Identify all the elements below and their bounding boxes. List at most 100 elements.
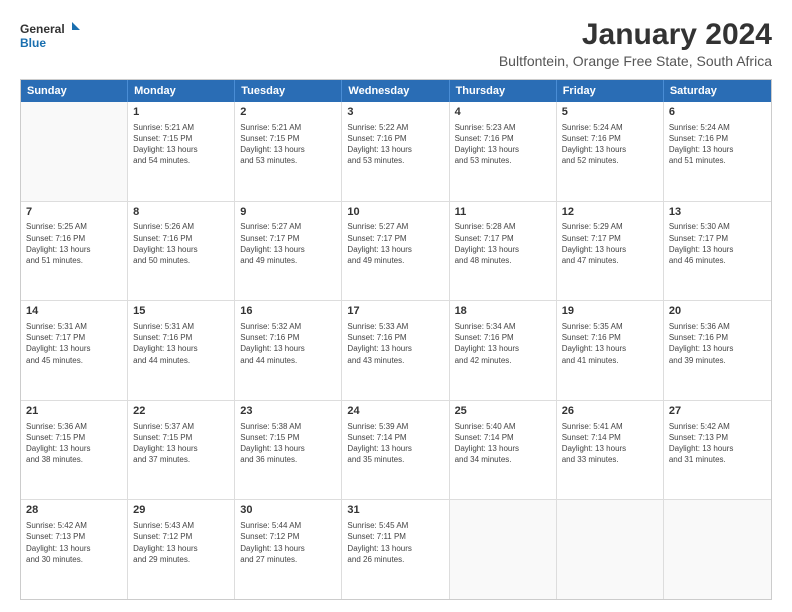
subtitle: Bultfontein, Orange Free State, South Af… <box>499 53 772 69</box>
day-info: Sunrise: 5:37 AM Sunset: 7:15 PM Dayligh… <box>133 421 229 466</box>
day-number: 26 <box>562 404 658 419</box>
calendar-day-header: Sunday <box>21 80 128 102</box>
calendar-day-cell: 26 Sunrise: 5:41 AM Sunset: 7:14 PM Dayli… <box>557 401 664 500</box>
day-info: Sunrise: 5:32 AM Sunset: 7:16 PM Dayligh… <box>240 321 336 366</box>
calendar-empty-cell <box>21 102 128 201</box>
day-info: Sunrise: 5:42 AM Sunset: 7:13 PM Dayligh… <box>669 421 766 466</box>
day-number: 7 <box>26 205 122 220</box>
day-number: 5 <box>562 105 658 120</box>
calendar-day-header: Monday <box>128 80 235 102</box>
calendar-day-cell: 31 Sunrise: 5:45 AM Sunset: 7:11 PM Dayli… <box>342 500 449 599</box>
calendar-day-cell: 23Sunrise: 5:38 AM Sunset: 7:15 PM Dayli… <box>235 401 342 500</box>
calendar-day-cell: 17Sunrise: 5:33 AM Sunset: 7:16 PM Dayli… <box>342 301 449 400</box>
day-info: Sunrise: 5:27 AM Sunset: 7:17 PM Dayligh… <box>347 221 443 266</box>
day-info: Sunrise: 5:31 AM Sunset: 7:16 PM Dayligh… <box>133 321 229 366</box>
day-info: Sunrise: 5:21 AM Sunset: 7:15 PM Dayligh… <box>133 122 229 167</box>
main-title: January 2024 <box>499 18 772 51</box>
day-info: Sunrise: 5:22 AM Sunset: 7:16 PM Dayligh… <box>347 122 443 167</box>
calendar-day-cell: 2 Sunrise: 5:21 AM Sunset: 7:15 PM Daylig… <box>235 102 342 201</box>
calendar-row: 1 Sunrise: 5:21 AM Sunset: 7:15 PM Daylig… <box>21 102 771 202</box>
day-number: 16 <box>240 304 336 319</box>
day-number: 9 <box>240 205 336 220</box>
day-number: 12 <box>562 205 658 220</box>
day-info: Sunrise: 5:23 AM Sunset: 7:16 PM Dayligh… <box>455 122 551 167</box>
calendar-empty-cell <box>664 500 771 599</box>
calendar-day-cell: 7Sunrise: 5:25 AM Sunset: 7:16 PM Daylig… <box>21 202 128 301</box>
day-info: Sunrise: 5:29 AM Sunset: 7:17 PM Dayligh… <box>562 221 658 266</box>
day-info: Sunrise: 5:36 AM Sunset: 7:16 PM Dayligh… <box>669 321 766 366</box>
svg-text:Blue: Blue <box>20 36 46 50</box>
calendar-day-cell: 9Sunrise: 5:27 AM Sunset: 7:17 PM Daylig… <box>235 202 342 301</box>
day-info: Sunrise: 5:25 AM Sunset: 7:16 PM Dayligh… <box>26 221 122 266</box>
calendar-day-cell: 16 Sunrise: 5:32 AM Sunset: 7:16 PM Dayli… <box>235 301 342 400</box>
day-number: 22 <box>133 404 229 419</box>
day-info: Sunrise: 5:44 AM Sunset: 7:12 PM Dayligh… <box>240 520 336 565</box>
day-number: 31 <box>347 503 443 518</box>
calendar-day-cell: 15Sunrise: 5:31 AM Sunset: 7:16 PM Dayli… <box>128 301 235 400</box>
day-number: 2 <box>240 105 336 120</box>
day-number: 10 <box>347 205 443 220</box>
day-info: Sunrise: 5:40 AM Sunset: 7:14 PM Dayligh… <box>455 421 551 466</box>
day-number: 11 <box>455 205 551 220</box>
day-number: 30 <box>240 503 336 518</box>
logo: General Blue <box>20 18 80 54</box>
calendar-day-header: Friday <box>557 80 664 102</box>
day-number: 25 <box>455 404 551 419</box>
day-info: Sunrise: 5:28 AM Sunset: 7:17 PM Dayligh… <box>455 221 551 266</box>
day-info: Sunrise: 5:33 AM Sunset: 7:16 PM Dayligh… <box>347 321 443 366</box>
day-number: 4 <box>455 105 551 120</box>
calendar-day-header: Thursday <box>450 80 557 102</box>
day-info: Sunrise: 5:35 AM Sunset: 7:16 PM Dayligh… <box>562 321 658 366</box>
calendar-day-cell: 30 Sunrise: 5:44 AM Sunset: 7:12 PM Dayli… <box>235 500 342 599</box>
calendar-day-cell: 12Sunrise: 5:29 AM Sunset: 7:17 PM Dayli… <box>557 202 664 301</box>
day-number: 29 <box>133 503 229 518</box>
calendar-day-cell: 20 Sunrise: 5:36 AM Sunset: 7:16 PM Dayli… <box>664 301 771 400</box>
calendar-day-cell: 19 Sunrise: 5:35 AM Sunset: 7:16 PM Dayli… <box>557 301 664 400</box>
day-info: Sunrise: 5:42 AM Sunset: 7:13 PM Dayligh… <box>26 520 122 565</box>
calendar-day-cell: 28 Sunrise: 5:42 AM Sunset: 7:13 PM Dayli… <box>21 500 128 599</box>
calendar-day-cell: 25 Sunrise: 5:40 AM Sunset: 7:14 PM Dayli… <box>450 401 557 500</box>
day-info: Sunrise: 5:41 AM Sunset: 7:14 PM Dayligh… <box>562 421 658 466</box>
calendar-day-cell: 21Sunrise: 5:36 AM Sunset: 7:15 PM Dayli… <box>21 401 128 500</box>
calendar-day-cell: 4 Sunrise: 5:23 AM Sunset: 7:16 PM Daylig… <box>450 102 557 201</box>
calendar-day-cell: 1 Sunrise: 5:21 AM Sunset: 7:15 PM Daylig… <box>128 102 235 201</box>
calendar: SundayMondayTuesdayWednesdayThursdayFrid… <box>20 79 772 600</box>
day-number: 6 <box>669 105 766 120</box>
calendar-empty-cell <box>450 500 557 599</box>
day-number: 14 <box>26 304 122 319</box>
day-info: Sunrise: 5:36 AM Sunset: 7:15 PM Dayligh… <box>26 421 122 466</box>
calendar-row: 14 Sunrise: 5:31 AM Sunset: 7:17 PM Dayli… <box>21 301 771 401</box>
day-info: Sunrise: 5:39 AM Sunset: 7:14 PM Dayligh… <box>347 421 443 466</box>
title-block: January 2024 Bultfontein, Orange Free St… <box>499 18 772 69</box>
day-number: 28 <box>26 503 122 518</box>
calendar-row: 7Sunrise: 5:25 AM Sunset: 7:16 PM Daylig… <box>21 202 771 302</box>
day-number: 18 <box>455 304 551 319</box>
day-info: Sunrise: 5:30 AM Sunset: 7:17 PM Dayligh… <box>669 221 766 266</box>
calendar-row: 21Sunrise: 5:36 AM Sunset: 7:15 PM Dayli… <box>21 401 771 501</box>
day-number: 20 <box>669 304 766 319</box>
day-info: Sunrise: 5:45 AM Sunset: 7:11 PM Dayligh… <box>347 520 443 565</box>
calendar-day-cell: 3 Sunrise: 5:22 AM Sunset: 7:16 PM Daylig… <box>342 102 449 201</box>
day-number: 8 <box>133 205 229 220</box>
calendar-body: 1 Sunrise: 5:21 AM Sunset: 7:15 PM Daylig… <box>21 102 771 599</box>
day-info: Sunrise: 5:21 AM Sunset: 7:15 PM Dayligh… <box>240 122 336 167</box>
logo-graphic: General Blue <box>20 18 80 54</box>
calendar-day-cell: 5 Sunrise: 5:24 AM Sunset: 7:16 PM Daylig… <box>557 102 664 201</box>
day-info: Sunrise: 5:43 AM Sunset: 7:12 PM Dayligh… <box>133 520 229 565</box>
day-number: 19 <box>562 304 658 319</box>
day-number: 1 <box>133 105 229 120</box>
calendar-day-cell: 24 Sunrise: 5:39 AM Sunset: 7:14 PM Dayli… <box>342 401 449 500</box>
day-info: Sunrise: 5:27 AM Sunset: 7:17 PM Dayligh… <box>240 221 336 266</box>
calendar-day-cell: 22 Sunrise: 5:37 AM Sunset: 7:15 PM Dayli… <box>128 401 235 500</box>
day-number: 13 <box>669 205 766 220</box>
day-number: 24 <box>347 404 443 419</box>
calendar-day-cell: 18Sunrise: 5:34 AM Sunset: 7:16 PM Dayli… <box>450 301 557 400</box>
calendar-day-cell: 10Sunrise: 5:27 AM Sunset: 7:17 PM Dayli… <box>342 202 449 301</box>
calendar-empty-cell <box>557 500 664 599</box>
day-info: Sunrise: 5:24 AM Sunset: 7:16 PM Dayligh… <box>562 122 658 167</box>
calendar-day-cell: 6Sunrise: 5:24 AM Sunset: 7:16 PM Daylig… <box>664 102 771 201</box>
day-info: Sunrise: 5:31 AM Sunset: 7:17 PM Dayligh… <box>26 321 122 366</box>
day-number: 3 <box>347 105 443 120</box>
calendar-day-header: Wednesday <box>342 80 449 102</box>
day-number: 27 <box>669 404 766 419</box>
